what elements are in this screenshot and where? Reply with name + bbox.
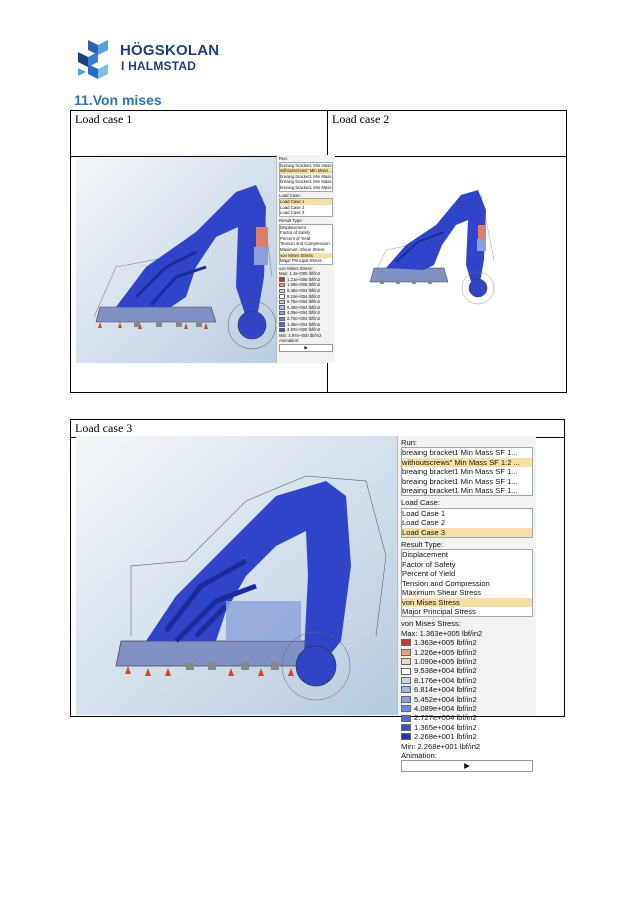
load-case-2-stress-render [369, 190, 495, 305]
logo-cube-icon [78, 40, 108, 79]
legend-swatch [401, 695, 411, 703]
load-case-1-results-panel: Run: breaing bracket1 Min Mass ... witho… [276, 155, 335, 363]
legend-swatch [401, 676, 411, 684]
load-case-2-header: Load case 2 [327, 110, 567, 157]
legend-swatch [279, 327, 285, 333]
load-case-3-header: Load case 3 [70, 419, 565, 438]
legend-min: Min: 2.268e+001 lbf/in2 [401, 741, 481, 751]
legend-swatch [401, 686, 411, 694]
result-type-item[interactable]: Maximum Shear Stress [402, 588, 532, 597]
legend-swatch [401, 705, 411, 713]
result-type-list[interactable]: Displacement Factor of Safety Percent of… [401, 549, 533, 618]
result-type-item[interactable]: Tension and Compression [402, 579, 532, 588]
legend-swatch [279, 294, 285, 299]
legend-entry: 6.814e+004 lbf/in2 [401, 685, 533, 694]
legend-swatch [279, 283, 285, 288]
result-type-item[interactable]: Displacement [402, 550, 532, 559]
legend-swatch [279, 322, 285, 327]
legend-swatch [279, 305, 285, 310]
legend-entry: 1.090e+005 lbf/in2 [401, 657, 533, 666]
run-item[interactable]: breaing bracket1 Min Mass SF 1... [402, 448, 532, 457]
legend-entry: 1.365e+004 lbf/in2 [401, 723, 533, 732]
load-case-1-stress-render [76, 157, 276, 363]
play-icon: ▶ [304, 345, 308, 350]
result-type-label: Result Type: [401, 540, 444, 550]
logo-line-2: I HALMSTAD [121, 59, 197, 73]
legend-entry: 4.089e+004 lbf/in2 [401, 704, 533, 713]
load-case-item[interactable]: Load Case 2 [402, 518, 532, 527]
play-icon: ▶ [464, 761, 470, 771]
legend-entry: 5.452e+004 lbf/in2 [401, 695, 533, 704]
legend-swatch [401, 658, 411, 666]
load-case-item[interactable]: Load Case 1 [402, 509, 532, 518]
legend-swatch [401, 648, 411, 656]
stress-legend: 1.21e+005 lbf/in2 1.08e+005 lbf/in2 9.45… [279, 277, 333, 333]
result-type-item[interactable]: Maximum Shear Stress [280, 247, 332, 253]
load-case-3-stress-render [76, 436, 397, 715]
stress-legend: 1.363e+005 lbf/in2 1.226e+005 lbf/in2 1.… [401, 638, 533, 741]
section-heading: 11.Von mises [74, 92, 162, 108]
play-button[interactable]: ▶ [401, 760, 533, 772]
legend-max: Max: 1.363e+005 lbf/in2 [401, 628, 483, 638]
university-logo: HÖGSKOLAN I HALMSTAD [74, 38, 219, 80]
legend-entry: 8.176e+004 lbf/in2 [401, 676, 533, 685]
stress-label: von Mises Stress: [401, 619, 461, 629]
legend-entry: 2.727e+004 lbf/in2 [401, 713, 533, 722]
legend-entry: 1.363e+005 lbf/in2 [401, 638, 533, 647]
legend-swatch [401, 723, 411, 731]
legend-swatch [401, 667, 411, 675]
run-item[interactable]: breaing bracket1 Min Mass SF 1... [402, 477, 532, 486]
run-item[interactable]: breaing bracket1 Min Mass ... [280, 185, 332, 191]
legend-swatch [279, 288, 285, 294]
run-item[interactable]: breaing bracket1 Min Mass SF 1... [402, 467, 532, 476]
legend-swatch [279, 316, 285, 322]
animation-label: Animation: [401, 751, 437, 760]
run-item-selected[interactable]: withoutscrews" Min Mass ... [280, 168, 332, 174]
result-type-list[interactable]: Displacement Factor of Safety Percent of… [279, 223, 333, 265]
legend-swatch [279, 277, 285, 282]
legend-swatch [279, 299, 285, 305]
load-case-item[interactable]: Load Case 3 [280, 210, 332, 216]
legend-swatch [401, 714, 411, 722]
load-case-list[interactable]: Load Case 1 Load Case 2 Load Case 3 [401, 507, 533, 539]
result-type-item[interactable]: Percent of Yield [402, 569, 532, 578]
run-item[interactable]: breaing bracket1 Min Mass SF 1... [402, 486, 532, 495]
legend-entry: 9.538e+004 lbf/in2 [401, 666, 533, 675]
legend-swatch [279, 311, 285, 316]
load-case-item-selected[interactable]: Load Case 3 [402, 527, 532, 538]
result-type-item-selected[interactable]: von Mises Stress [402, 597, 532, 607]
legend-swatch [401, 639, 411, 647]
play-button[interactable]: ▶ [279, 344, 333, 352]
legend-entry: 1.226e+005 lbf/in2 [401, 648, 533, 657]
legend-entry: 2.268e+001 lbf/in2 [401, 732, 533, 741]
run-item-selected[interactable]: withoutscrews" Min Mass SF 1:2 ... [402, 457, 532, 468]
load-case-list[interactable]: Load Case 1 Load Case 2 Load Case 3 [279, 198, 333, 217]
run-list[interactable]: breaing bracket1 Min Mass ... withoutscr… [279, 161, 333, 192]
run-list[interactable]: breaing bracket1 Min Mass SF 1... withou… [401, 447, 533, 497]
load-case-3-results-panel: Run: breaing bracket1 Min Mass SF 1... w… [397, 436, 536, 772]
result-type-item[interactable]: Factor of Safety [402, 560, 532, 569]
result-type-item[interactable]: Major Principal Stress [402, 607, 532, 616]
legend-swatch [401, 733, 411, 741]
load-case-label: Load Case: [401, 498, 440, 508]
result-type-item[interactable]: Major Principal Stress [280, 258, 332, 264]
logo-line-1: HÖGSKOLAN [120, 42, 220, 59]
run-label: Run: [401, 438, 418, 447]
load-case-1-header: Load case 1 [70, 110, 328, 157]
